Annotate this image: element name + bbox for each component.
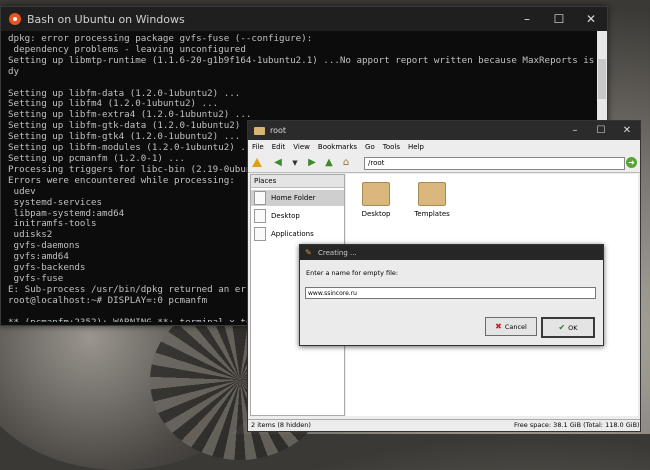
terminal-titlebar[interactable]: Bash on Ubuntu on Windows – ☐ ✕: [1, 7, 607, 31]
terminal-line: dependency problems - leaving unconfigur…: [8, 43, 246, 55]
menu-bookmarks[interactable]: Bookmarks: [318, 143, 357, 151]
ubuntu-icon: [9, 13, 21, 25]
menu-view[interactable]: View: [293, 143, 310, 151]
home-icon[interactable]: ⌂: [339, 157, 353, 169]
dialog-titlebar[interactable]: ✎ Creating ...: [300, 245, 603, 260]
menu-bar: File Edit View Bookmarks Go Tools Help: [248, 140, 640, 153]
status-free-space: Free space: 38.1 GiB (Total: 118.0 GiB): [514, 421, 640, 429]
maximize-button[interactable]: ☐: [543, 12, 575, 26]
terminal-line: Setting up pcmanfm (1.2.0-1) ...: [8, 152, 186, 164]
fm-close-button[interactable]: ✕: [614, 125, 640, 136]
status-items: 2 items (8 hidden): [251, 421, 311, 429]
filename-input[interactable]: [305, 287, 596, 299]
close-button[interactable]: ✕: [575, 12, 607, 26]
terminal-line: gvfs:amd64: [8, 251, 69, 263]
dialog-prompt: Enter a name for empty file:: [306, 269, 399, 277]
terminal-line: Setting up libfm-gtk-data (1.2.0-1ubuntu…: [8, 120, 263, 132]
menu-tools[interactable]: Tools: [383, 143, 400, 151]
terminal-line: Setting up libfm-gtk4 (1.2.0-1ubuntu2) .…: [8, 131, 241, 143]
cancel-icon: ✖: [495, 322, 502, 331]
minimize-button[interactable]: –: [511, 12, 543, 26]
go-button[interactable]: ➜: [626, 157, 637, 168]
places-item-label: Applications: [271, 230, 314, 238]
terminal-line: Setting up libfm-data (1.2.0-1ubuntu2) .…: [8, 87, 241, 99]
menu-edit[interactable]: Edit: [272, 143, 286, 151]
terminal-line: dpkg: error processing package gvfs-fuse…: [8, 33, 313, 44]
folder-icon: [362, 182, 390, 206]
terminal-line: dy: [8, 65, 20, 77]
address-bar[interactable]: /root: [364, 157, 625, 170]
pencil-icon: ✎: [305, 248, 312, 257]
terminal-line: Processing triggers for libc-bin (2.19-0…: [8, 163, 280, 175]
folder-item-desktop[interactable]: Desktop: [356, 182, 396, 218]
terminal-line: gvfs-fuse: [8, 272, 64, 284]
places-item-label: Desktop: [271, 212, 300, 220]
ok-icon: ✔: [558, 323, 566, 332]
terminal-line: gvfs-backends: [8, 262, 86, 274]
terminal-line: udisks2: [8, 229, 53, 241]
places-item-label: Home Folder: [271, 194, 316, 202]
places-item-applications[interactable]: Applications: [251, 226, 344, 242]
terminal-line: E: Sub-process /usr/bin/dpkg returned an…: [8, 283, 280, 295]
applications-icon: [254, 227, 266, 241]
warning-icon: [252, 158, 262, 167]
forward-arrow-icon[interactable]: ▶: [305, 157, 319, 169]
terminal-title: Bash on Ubuntu on Windows: [27, 12, 185, 26]
terminal-line: ** (pcmanfm:2352): WARNING **: terminal …: [8, 317, 279, 322]
places-item-desktop[interactable]: Desktop: [251, 208, 344, 224]
up-arrow-icon[interactable]: ▲: [322, 157, 336, 169]
home-folder-icon: [254, 191, 266, 205]
ok-button[interactable]: ✔ OK: [541, 317, 595, 338]
terminal-line: udev: [8, 185, 36, 197]
fm-maximize-button[interactable]: ☐: [588, 125, 614, 136]
scrollbar-thumb[interactable]: [598, 59, 606, 99]
dialog-title: Creating ...: [318, 248, 357, 257]
places-header: Places: [251, 175, 344, 188]
folder-icon: [418, 182, 446, 206]
terminal-line: initramfs-tools: [8, 218, 97, 230]
fm-title: root: [270, 126, 287, 135]
terminal-line: systemd-services: [8, 196, 103, 208]
places-item-home[interactable]: Home Folder: [251, 190, 344, 206]
terminal-line: root@localhost:~# DISPLAY=:0 pcmanfm: [8, 294, 208, 306]
cancel-label: Cancel: [504, 322, 527, 331]
back-arrow-icon[interactable]: ◀: [271, 157, 285, 169]
fm-titlebar[interactable]: root – ☐ ✕: [248, 121, 640, 140]
terminal-line: Setting up libmtp-runtime (1.1.6-20-g1b9…: [8, 54, 607, 66]
terminal-line: Setting up libfm-modules (1.2.0-1ubuntu2…: [8, 142, 257, 154]
folder-icon: [254, 126, 265, 135]
terminal-line: gvfs-daemons: [8, 240, 80, 252]
ok-label: OK: [568, 323, 578, 332]
folder-label: Desktop: [361, 210, 391, 218]
fm-minimize-button[interactable]: –: [562, 125, 588, 136]
cancel-button[interactable]: ✖ Cancel: [485, 317, 537, 336]
folder-label: Templates: [414, 210, 450, 218]
create-file-dialog[interactable]: ✎ Creating ... Enter a name for empty fi…: [299, 244, 604, 346]
status-bar: 2 items (8 hidden) Free space: 38.1 GiB …: [248, 419, 640, 431]
terminal-line: Setting up libfm4 (1.2.0-1ubuntu2) ...: [8, 98, 219, 110]
terminal-line: Setting up libfm-extra4 (1.2.0-1ubuntu2)…: [8, 109, 252, 121]
dropdown-arrow-icon[interactable]: ▼: [288, 157, 302, 169]
menu-help[interactable]: Help: [408, 143, 424, 151]
terminal-line: Errors were encountered while processing…: [8, 174, 235, 186]
desktop-icon: [254, 209, 266, 223]
folder-item-templates[interactable]: Templates: [412, 182, 452, 218]
terminal-line: libpam-systemd:amd64: [8, 207, 125, 219]
menu-file[interactable]: File: [252, 143, 264, 151]
menu-go[interactable]: Go: [365, 143, 375, 151]
